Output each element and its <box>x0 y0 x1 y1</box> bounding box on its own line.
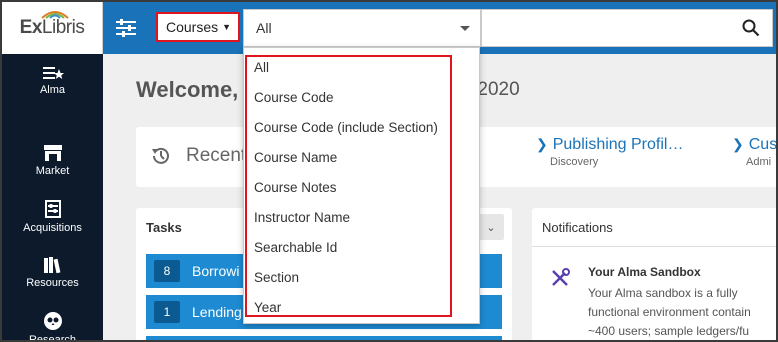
search-input[interactable] <box>481 9 773 47</box>
search-icon <box>742 19 760 37</box>
dropdown-option[interactable]: Course Code (include Section) <box>254 120 438 135</box>
task-row[interactable] <box>146 336 502 340</box>
recent-link-title: Publishing Profil… <box>552 136 684 153</box>
notifications-title: Notifications <box>542 220 613 235</box>
task-label: Lending <box>192 304 242 320</box>
market-icon <box>43 144 62 161</box>
chevron-down-icon: ⌄ <box>486 221 496 234</box>
tasks-collapse-button[interactable]: ⌄ <box>478 214 504 240</box>
chevron-right-icon: ❯ <box>536 136 548 152</box>
owl-icon <box>43 311 62 330</box>
search-scope-button[interactable]: Courses ▼ <box>156 12 240 42</box>
notification-line: ~400 users; sample ledgers/fu <box>588 324 750 338</box>
notifications-widget: Notifications Your Alma Sandbox Your Alm… <box>532 208 776 340</box>
dropdown-option[interactable]: Course Name <box>254 150 337 165</box>
sliders-icon <box>116 19 136 37</box>
search-field-select[interactable]: All <box>243 9 481 47</box>
nav-label-acquisitions: Acquisitions <box>23 221 82 234</box>
nav-item-acquisitions[interactable]: Acquisitions <box>2 190 103 242</box>
nav-label-market: Market <box>35 164 70 177</box>
search-field-dropdown: All Course Code Course Code (include Sec… <box>243 47 480 324</box>
notification-body: Your Alma sandbox is a fully functional … <box>588 284 776 340</box>
nav-item-research[interactable]: Research <box>2 302 103 342</box>
nav-item-market[interactable]: Market <box>2 134 103 186</box>
search-field-value: All <box>256 20 272 36</box>
history-icon <box>152 147 169 164</box>
task-count-badge: 1 <box>154 301 180 323</box>
recent-link-cust[interactable]: ❯Cust Admi <box>732 136 778 168</box>
dropdown-option[interactable]: All <box>254 60 269 75</box>
search-scope-label: Courses <box>166 19 219 35</box>
dropdown-option[interactable]: Instructor Name <box>254 210 350 225</box>
dropdown-option[interactable]: Course Notes <box>254 180 337 195</box>
dropdown-option[interactable]: Year <box>254 300 281 315</box>
dropdown-option[interactable]: Searchable Id <box>254 240 337 255</box>
nav-label-resources: Resources <box>26 276 79 289</box>
nav-label-alma: Alma <box>39 83 66 96</box>
recent-label: Recent <box>186 145 247 166</box>
side-nav: Alma Market Acquisitions Resources Resea… <box>2 54 103 342</box>
nav-item-alma[interactable]: Alma <box>2 54 103 106</box>
books-icon <box>43 256 60 273</box>
recent-link-publishing[interactable]: ❯ Publishing Profil… Discovery <box>536 136 683 168</box>
nav-item-resources[interactable]: Resources <box>2 246 103 298</box>
dropdown-option[interactable]: Course Code <box>254 90 334 105</box>
logo-arc-icon <box>41 11 69 19</box>
divider <box>532 246 776 247</box>
chevron-right-icon: ❯ <box>732 136 744 152</box>
recent-link-sub: Discovery <box>550 156 599 168</box>
app-window: ExLibris Alma Market Acquisitions Resour… <box>0 0 778 342</box>
recent-link-sub: Admi <box>746 156 772 168</box>
nav-label-research: Research <box>28 333 77 342</box>
dropdown-option[interactable]: Section <box>254 270 299 285</box>
logo-text: ExLibris <box>19 17 85 38</box>
dropdown-arrow-icon <box>460 26 470 31</box>
task-label: Borrowi <box>192 263 240 279</box>
welcome-heading: Welcome, <box>136 77 239 102</box>
caret-down-icon: ▼ <box>222 22 232 32</box>
notification-heading: Your Alma Sandbox <box>588 265 701 279</box>
recent-link-title: Cust <box>748 136 778 153</box>
task-count-badge: 8 <box>154 260 180 282</box>
tasks-title: Tasks <box>146 220 182 235</box>
filter-settings-button[interactable] <box>103 2 149 54</box>
tools-icon <box>552 268 570 286</box>
exlibris-logo[interactable]: ExLibris <box>2 2 103 54</box>
notification-line: functional environment contain <box>588 305 751 319</box>
abacus-icon <box>44 199 61 218</box>
search-button[interactable] <box>742 19 760 42</box>
alma-icon <box>42 66 64 79</box>
notification-line: Your Alma sandbox is a fully <box>588 286 738 300</box>
